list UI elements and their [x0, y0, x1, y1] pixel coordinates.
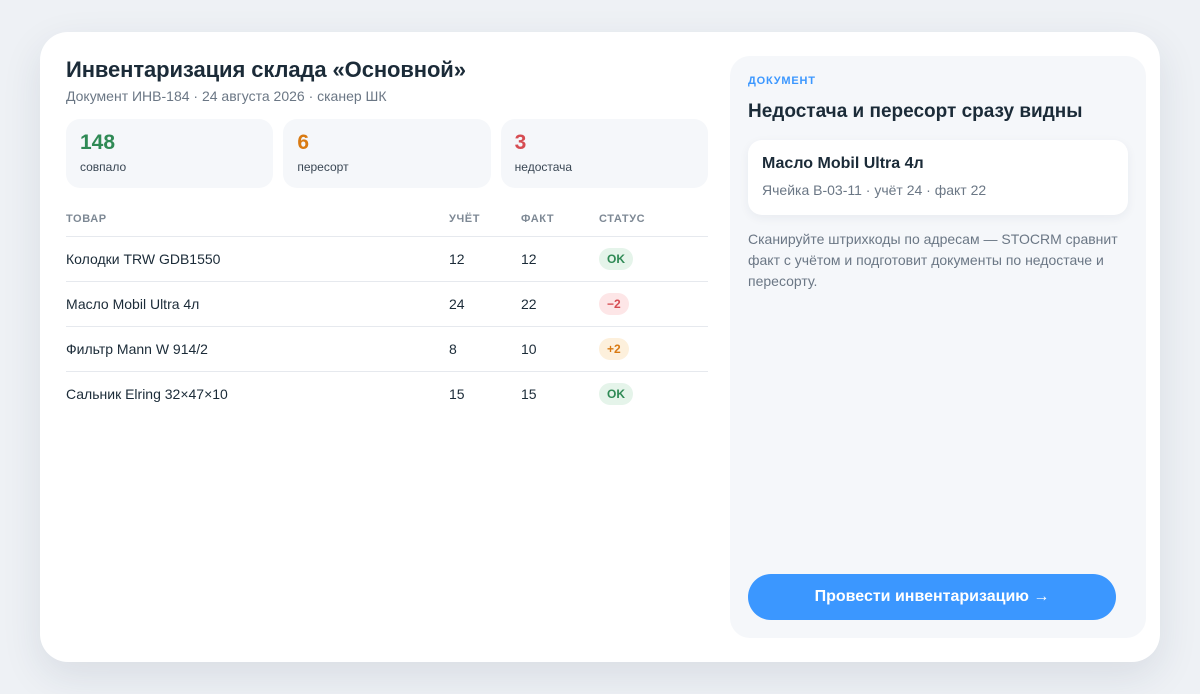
panel-eyebrow: ДОКУМЕНТ [748, 75, 816, 87]
stat-matched: 148 совпало [66, 119, 274, 188]
stat-shortage-label: недостача [514, 160, 573, 174]
row-fact-qty: 15 [521, 386, 537, 402]
inventory-card: Инвентаризация склада «Основной» Докумен… [40, 32, 1160, 662]
row-account-qty: 24 [449, 296, 465, 312]
table-row[interactable]: Сальник Elring 32×47×10 15 15 OK [66, 372, 708, 416]
table-header: ТОВАР УЧЁТ ФАКТ СТАТУС [66, 202, 708, 237]
stat-misgrading-value: 6 [297, 131, 310, 154]
stat-shortage: 3 недостача [500, 119, 708, 188]
stat-shortage-value: 3 [514, 131, 527, 154]
column-header-account: УЧЁТ [449, 213, 481, 225]
stat-misgrading: 6 пересорт [283, 119, 491, 188]
status-badge: −2 [599, 293, 629, 315]
discrepancy-item-card[interactable]: Масло Mobil Ultra 4л Ячейка B-03-11 · уч… [748, 140, 1128, 215]
table-row[interactable]: Колодки TRW GDB1550 12 12 OK [66, 237, 708, 282]
row-product-name: Сальник Elring 32×47×10 [66, 386, 228, 402]
stat-misgrading-label: пересорт [297, 160, 349, 174]
stat-matched-label: совпало [80, 160, 127, 174]
page-subtitle: Документ ИНВ-184 · 24 августа 2026 · ска… [66, 88, 387, 104]
row-account-qty: 12 [449, 251, 465, 267]
inventory-table: ТОВАР УЧЁТ ФАКТ СТАТУС Колодки TRW GDB15… [66, 202, 708, 416]
page-title: Инвентаризация склада «Основной» [66, 57, 466, 82]
stat-matched-value: 148 [80, 131, 116, 154]
column-header-fact: ФАКТ [521, 213, 555, 225]
panel-title: Недостача и пересорт сразу видны [748, 101, 1083, 122]
status-badge: +2 [599, 338, 629, 360]
row-fact-qty: 22 [521, 296, 537, 312]
column-header-status: СТАТУС [599, 213, 646, 225]
column-header-product: ТОВАР [66, 213, 107, 225]
row-account-qty: 15 [449, 386, 465, 402]
row-fact-qty: 10 [521, 341, 537, 357]
row-product-name: Колодки TRW GDB1550 [66, 251, 221, 267]
row-status: OK [599, 248, 708, 270]
inventory-main: Инвентаризация склада «Основной» Докумен… [66, 56, 708, 416]
item-name: Масло Mobil Ultra 4л [762, 155, 924, 172]
row-product-name: Фильтр Mann W 914/2 [66, 341, 208, 357]
item-meta: Ячейка B-03-11 · учёт 24 · факт 22 [762, 182, 987, 198]
status-badge: OK [599, 248, 633, 270]
row-status: OK [599, 383, 708, 405]
row-account-qty: 8 [449, 341, 457, 357]
row-status: −2 [599, 293, 708, 315]
status-badge: OK [599, 383, 633, 405]
document-panel: ДОКУМЕНТ Недостача и пересорт сразу видн… [730, 56, 1146, 638]
table-row[interactable]: Фильтр Mann W 914/2 8 10 +2 [66, 327, 708, 372]
row-status: +2 [599, 338, 708, 360]
panel-description: Сканируйте штрихкоды по адресам — STOCRM… [748, 231, 1118, 289]
stats-row: 148 совпало 6 пересорт 3 недостача [66, 119, 708, 188]
row-fact-qty: 12 [521, 251, 537, 267]
run-inventory-button[interactable]: Провести инвентаризацию → [748, 574, 1116, 620]
row-product-name: Масло Mobil Ultra 4л [66, 296, 200, 312]
table-row[interactable]: Масло Mobil Ultra 4л 24 22 −2 [66, 282, 708, 327]
